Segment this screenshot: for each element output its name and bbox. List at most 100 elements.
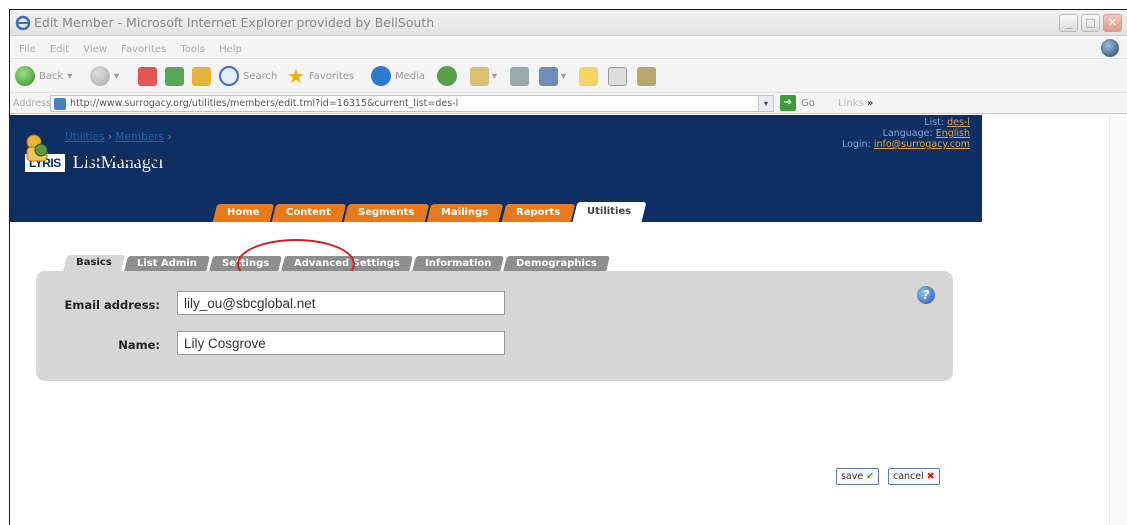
close-button[interactable]: ✕ bbox=[1103, 14, 1122, 32]
toolbar: Back ▾ ▾ Search ★ Favorites Media ▾ ▾ bbox=[10, 58, 1127, 92]
breadcrumb-separator: › bbox=[107, 131, 113, 143]
save-label: save bbox=[841, 471, 864, 482]
tab-segments[interactable]: Segments bbox=[344, 204, 430, 222]
address-bar: Address http://www.surrogacy.org/utiliti… bbox=[10, 92, 1127, 114]
ie-logo-icon bbox=[15, 15, 31, 31]
tab-information-label: Information bbox=[424, 258, 491, 269]
menu-bar: File Edit View Favorites Tools Help bbox=[10, 37, 1127, 57]
windows-globe-icon bbox=[1101, 39, 1119, 57]
go-button[interactable]: ➔ Go bbox=[780, 95, 815, 111]
tab-home-label: Home bbox=[227, 207, 260, 218]
tab-demographics-label: Demographics bbox=[515, 258, 597, 269]
address-dropdown-icon[interactable]: ▾ bbox=[758, 96, 773, 111]
edit-dropdown-icon: ▾ bbox=[561, 70, 567, 82]
tab-utilities[interactable]: Utilities bbox=[572, 202, 647, 222]
email-field[interactable] bbox=[177, 291, 505, 315]
tab-content[interactable]: Content bbox=[272, 204, 347, 222]
print-button[interactable] bbox=[510, 65, 529, 87]
refresh-button[interactable] bbox=[165, 65, 184, 87]
mail-icon bbox=[470, 66, 489, 86]
tab-home[interactable]: Home bbox=[212, 204, 275, 222]
research-button[interactable] bbox=[637, 65, 656, 87]
print-icon bbox=[510, 66, 529, 86]
vertical-scrollbar[interactable] bbox=[1109, 115, 1127, 525]
mail-dropdown-icon: ▾ bbox=[492, 70, 498, 82]
discuss-icon bbox=[579, 66, 598, 86]
menu-help[interactable]: Help bbox=[219, 40, 242, 60]
title-bar: Edit Member - Microsoft Internet Explore… bbox=[10, 10, 1127, 36]
home-icon bbox=[192, 66, 211, 86]
menu-file[interactable]: File bbox=[19, 40, 36, 60]
history-icon bbox=[437, 66, 457, 86]
forward-arrow-icon bbox=[90, 66, 110, 86]
breadcrumb-members[interactable]: Members bbox=[115, 131, 164, 143]
back-arrow-icon bbox=[15, 66, 35, 86]
tab-basics[interactable]: Basics bbox=[62, 255, 125, 272]
breadcrumb: Utilities › Members › bbox=[65, 131, 172, 143]
history-button[interactable] bbox=[437, 65, 457, 87]
checkmark-icon: ✔ bbox=[866, 471, 875, 482]
tab-information[interactable]: Information bbox=[411, 256, 504, 272]
links-label: Links bbox=[838, 98, 864, 109]
discuss-button[interactable] bbox=[579, 65, 598, 87]
research-icon bbox=[637, 66, 656, 86]
media-label: Media bbox=[395, 70, 426, 82]
menu-favorites[interactable]: Favorites bbox=[121, 40, 166, 60]
save-button[interactable]: save ✔ bbox=[836, 468, 880, 485]
form-panel bbox=[36, 271, 953, 381]
stop-button[interactable] bbox=[138, 65, 157, 87]
address-url: http://www.surrogacy.org/utilities/membe… bbox=[70, 98, 459, 109]
go-arrow-icon: ➔ bbox=[780, 95, 796, 111]
page-icon bbox=[54, 98, 66, 110]
name-label: Name: bbox=[118, 338, 160, 352]
cancel-x-icon: ✖ bbox=[926, 471, 935, 482]
language-link[interactable]: English bbox=[936, 128, 970, 139]
favorites-button[interactable]: ★ Favorites bbox=[287, 64, 355, 88]
menu-tools[interactable]: Tools bbox=[180, 40, 205, 60]
search-label: Search bbox=[243, 70, 278, 82]
home-button[interactable] bbox=[192, 65, 211, 87]
list-link[interactable]: des-l bbox=[947, 117, 970, 128]
tab-segments-label: Segments bbox=[358, 207, 415, 218]
messenger-icon bbox=[608, 66, 627, 86]
breadcrumb-separator: › bbox=[167, 131, 172, 143]
media-button[interactable]: Media bbox=[371, 65, 425, 87]
page-title: Edit Member bbox=[65, 149, 180, 168]
search-icon bbox=[219, 66, 239, 86]
back-label: Back bbox=[39, 70, 64, 82]
tab-list-admin[interactable]: List Admin bbox=[123, 256, 210, 272]
minimize-button[interactable]: _ bbox=[1059, 14, 1078, 32]
forward-button[interactable]: ▾ bbox=[90, 65, 119, 87]
back-button[interactable]: Back ▾ bbox=[15, 65, 72, 87]
browser-window: Edit Member - Microsoft Internet Explore… bbox=[9, 9, 1127, 525]
tab-mailings[interactable]: Mailings bbox=[427, 204, 504, 222]
maximize-button[interactable]: □ bbox=[1081, 14, 1100, 32]
tab-mailings-label: Mailings bbox=[441, 207, 489, 218]
cancel-button[interactable]: cancel ✖ bbox=[888, 468, 940, 485]
back-dropdown-icon: ▾ bbox=[67, 70, 73, 82]
tab-reports[interactable]: Reports bbox=[501, 204, 576, 222]
tab-content-label: Content bbox=[286, 207, 332, 218]
list-label: List: bbox=[924, 117, 945, 128]
favorites-label: Favorites bbox=[308, 70, 355, 82]
language-label: Language: bbox=[882, 128, 933, 139]
menu-view[interactable]: View bbox=[83, 40, 107, 60]
tab-list-admin-label: List Admin bbox=[136, 258, 197, 269]
name-field[interactable] bbox=[177, 331, 505, 355]
messenger-button[interactable] bbox=[608, 65, 627, 87]
login-link[interactable]: info@surrogacy.com bbox=[874, 139, 970, 150]
tab-utilities-label: Utilities bbox=[586, 206, 631, 217]
links-button[interactable]: Links » bbox=[838, 98, 873, 109]
tab-demographics[interactable]: Demographics bbox=[502, 256, 610, 272]
mail-button[interactable]: ▾ bbox=[470, 65, 497, 87]
members-icon bbox=[26, 134, 48, 162]
breadcrumb-utilities[interactable]: Utilities bbox=[65, 131, 105, 143]
edit-button[interactable]: ▾ bbox=[539, 65, 566, 87]
window-title: Edit Member - Microsoft Internet Explore… bbox=[34, 15, 435, 30]
menu-edit[interactable]: Edit bbox=[50, 40, 69, 60]
go-label: Go bbox=[801, 97, 815, 109]
email-label: Email address: bbox=[64, 298, 160, 312]
help-icon[interactable]: ? bbox=[917, 286, 935, 304]
address-input[interactable]: http://www.surrogacy.org/utilities/membe… bbox=[50, 95, 774, 112]
search-button[interactable]: Search bbox=[219, 65, 277, 87]
